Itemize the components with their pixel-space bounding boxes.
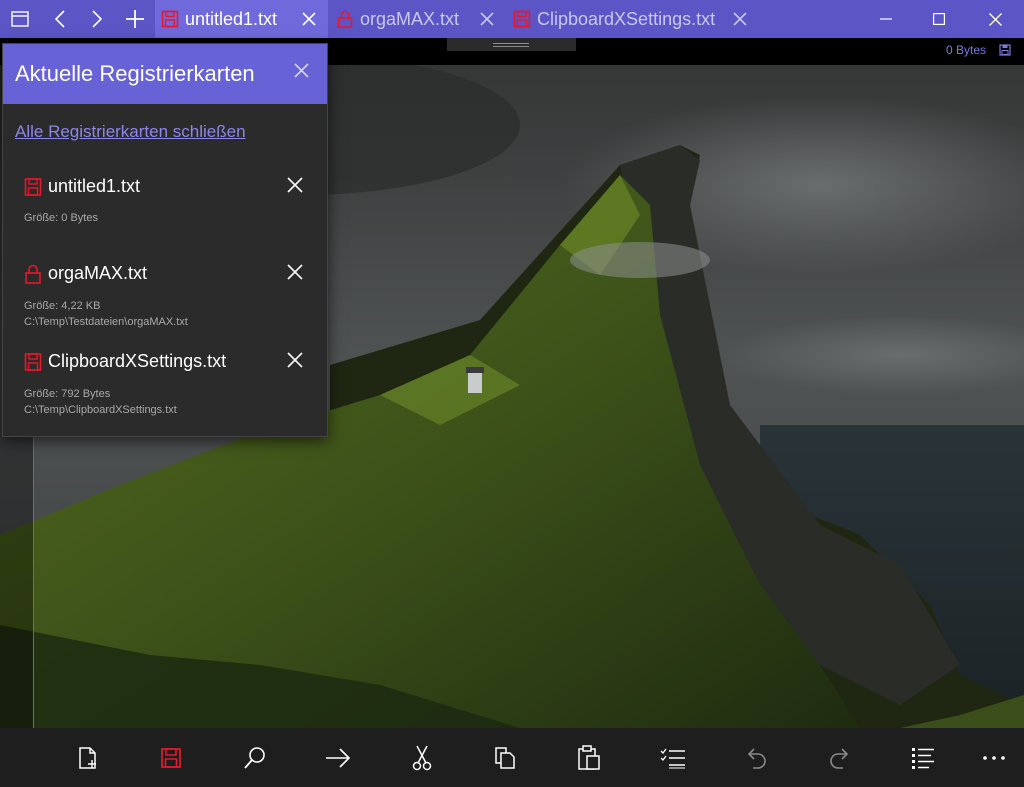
chevron-left-icon	[54, 10, 65, 28]
tab-list-button[interactable]	[0, 0, 40, 38]
tab-label: orgaMAX.txt	[360, 8, 460, 29]
redo-button[interactable]	[818, 728, 862, 787]
recent-tab-name: ClipboardXSettings.txt	[48, 351, 227, 371]
close-icon[interactable]	[287, 177, 303, 193]
tab-close-button[interactable]	[472, 0, 502, 38]
recent-tab-path: C:\Temp\Testdateien\orgaMAX.txt	[24, 316, 188, 328]
search-button[interactable]	[233, 728, 277, 787]
tab-clipboardxsettings[interactable]: ClipboardXSettings.txt	[511, 0, 751, 38]
cut-button[interactable]	[400, 728, 444, 787]
save-icon	[513, 10, 531, 28]
recent-tab-name: orgaMAX.txt	[48, 263, 148, 283]
recent-tab-size: Größe: 792 Bytes	[24, 388, 111, 400]
maximize-button[interactable]	[916, 0, 962, 38]
close-icon	[302, 12, 316, 26]
save-icon	[161, 747, 181, 768]
undo-button[interactable]	[734, 728, 778, 787]
minimize-button[interactable]	[863, 0, 909, 38]
save-icon	[24, 178, 42, 196]
back-button[interactable]	[42, 0, 78, 38]
scissors-icon	[412, 745, 432, 770]
minimize-icon	[880, 18, 892, 20]
more-options-button[interactable]	[972, 728, 1016, 787]
copy-button[interactable]	[483, 728, 527, 787]
go-to-button[interactable]	[316, 728, 360, 787]
search-icon	[244, 746, 265, 769]
tab-label: ClipboardXSettings.txt	[537, 8, 716, 29]
select-all-button[interactable]	[651, 728, 695, 787]
chevron-right-icon	[92, 10, 103, 28]
maximize-icon	[933, 13, 945, 25]
file-size-indicator: 0 Bytes	[945, 43, 986, 57]
paste-button[interactable]	[567, 728, 611, 787]
panel-title: Aktuelle Registrierkarten	[15, 61, 255, 86]
recent-tab-size: Größe: 4,22 KB	[24, 300, 101, 312]
recent-tab-path: C:\Temp\ClipboardXSettings.txt	[24, 404, 177, 416]
save-icon	[161, 10, 179, 28]
close-icon	[733, 12, 747, 26]
window-icon	[11, 11, 29, 27]
new-tab-button[interactable]	[117, 0, 153, 38]
tab-close-button[interactable]	[294, 0, 324, 38]
paste-icon	[578, 744, 600, 770]
close-all-tabs-link[interactable]: Alle Registrierkarten schließen	[15, 122, 246, 142]
plus-icon	[126, 10, 144, 28]
close-window-button[interactable]	[972, 0, 1018, 38]
recent-tab-size: Größe: 0 Bytes	[24, 212, 98, 224]
tab-label: untitled1.txt	[185, 8, 278, 29]
close-icon	[480, 12, 494, 26]
undo-icon	[747, 747, 766, 769]
bottom-toolbar	[0, 728, 1024, 787]
save-icon	[24, 353, 42, 371]
close-icon[interactable]	[287, 264, 303, 280]
lock-icon	[25, 264, 41, 284]
close-icon	[988, 12, 1002, 26]
lock-icon	[337, 10, 353, 28]
copy-icon	[495, 746, 515, 769]
close-icon[interactable]	[294, 63, 309, 78]
save-icon[interactable]	[999, 44, 1011, 56]
new-file-icon	[79, 746, 96, 769]
recent-tab-name: untitled1.txt	[48, 176, 141, 196]
panel-header: Aktuelle Registrierkarten	[3, 44, 327, 104]
checklist-icon	[660, 748, 685, 768]
drag-handle[interactable]	[447, 38, 576, 51]
arrow-right-icon	[326, 747, 351, 768]
redo-icon	[830, 747, 849, 769]
recent-tabs-panel: Aktuelle Registrierkarten Alle Registrie…	[2, 43, 328, 437]
new-file-button[interactable]	[66, 728, 110, 787]
numbered-list-icon	[912, 747, 934, 769]
line-numbers-button[interactable]	[901, 728, 945, 787]
tab-close-button[interactable]	[725, 0, 755, 38]
forward-button[interactable]	[79, 0, 115, 38]
close-icon[interactable]	[287, 352, 303, 368]
more-icon	[983, 755, 1005, 760]
title-bar: untitled1.txt orgaMAX.txt ClipboardXSett…	[0, 0, 1024, 38]
save-button[interactable]	[149, 728, 193, 787]
